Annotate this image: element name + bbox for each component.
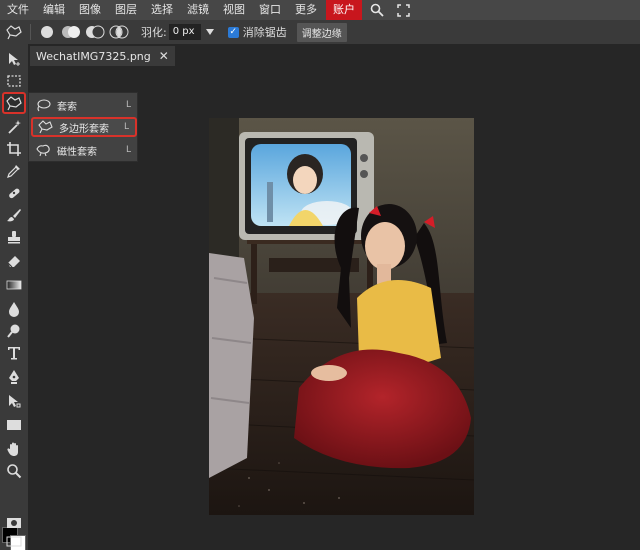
photo-illustration bbox=[209, 118, 474, 515]
stamp-icon[interactable] bbox=[2, 226, 26, 248]
eraser-icon[interactable] bbox=[2, 250, 26, 272]
menu-layer[interactable]: 图层 bbox=[108, 0, 144, 20]
lasso-tool-flyout: 套索 L 多边形套索 L 磁性套索 L bbox=[28, 92, 138, 162]
marquee-icon[interactable] bbox=[2, 70, 26, 92]
menu-more[interactable]: 更多 bbox=[288, 0, 324, 20]
lasso-tool-preset-icon[interactable] bbox=[4, 22, 24, 42]
eyedropper-icon[interactable] bbox=[2, 160, 26, 182]
hand-icon[interactable] bbox=[2, 438, 26, 460]
blur-icon[interactable] bbox=[2, 298, 26, 320]
flyout-shortcut: L bbox=[125, 145, 131, 155]
antialias-label: 消除锯齿 bbox=[242, 26, 287, 39]
photo-editor-app: 文件 编辑 图像 图层 选择 滤镜 视图 窗口 更多 账户 羽化: 0 px ✓… bbox=[0, 0, 640, 550]
menu-file[interactable]: 文件 bbox=[0, 0, 36, 20]
pen-icon[interactable] bbox=[2, 366, 26, 388]
document-tab[interactable]: WechatIMG7325.png ✕ bbox=[30, 46, 175, 66]
flyout-label: 磁性套索 bbox=[57, 146, 97, 158]
flyout-item-lasso[interactable]: 套索 L bbox=[31, 95, 137, 115]
magic-wand-icon[interactable] bbox=[2, 116, 26, 138]
options-bar: 羽化: 0 px ✓ 消除锯齿 调整边缘 bbox=[0, 20, 640, 44]
shape-icon[interactable] bbox=[2, 414, 26, 436]
add-selection-icon[interactable] bbox=[61, 22, 81, 42]
healing-icon[interactable] bbox=[2, 182, 26, 204]
menu-account[interactable]: 账户 bbox=[326, 0, 362, 20]
polygonal-lasso-icon bbox=[36, 120, 54, 134]
menu-filter[interactable]: 滤镜 bbox=[180, 0, 216, 20]
document-image[interactable] bbox=[209, 118, 474, 515]
tool-bar bbox=[0, 44, 28, 550]
path-select-icon[interactable] bbox=[2, 390, 26, 412]
flyout-label: 套索 bbox=[57, 101, 77, 113]
antialias-checkbox[interactable]: ✓ bbox=[227, 26, 239, 38]
feather-label: 羽化: bbox=[141, 26, 167, 39]
feather-input[interactable]: 0 px bbox=[168, 24, 201, 40]
refine-edge-button[interactable]: 调整边缘 bbox=[296, 22, 347, 42]
fullscreen-icon[interactable] bbox=[392, 0, 414, 20]
menu-select[interactable]: 选择 bbox=[144, 0, 180, 20]
search-icon[interactable] bbox=[366, 0, 388, 20]
crop-icon[interactable] bbox=[2, 138, 26, 160]
divider bbox=[30, 24, 31, 40]
flyout-label: 多边形套索 bbox=[59, 123, 109, 135]
gradient-icon[interactable] bbox=[2, 274, 26, 296]
subtract-selection-icon[interactable] bbox=[85, 22, 105, 42]
menu-edit[interactable]: 编辑 bbox=[36, 0, 72, 20]
menu-window[interactable]: 窗口 bbox=[252, 0, 288, 20]
new-selection-icon[interactable] bbox=[37, 22, 57, 42]
text-icon[interactable] bbox=[2, 342, 26, 364]
flyout-shortcut: L bbox=[125, 100, 131, 110]
lasso-icon bbox=[34, 98, 52, 112]
zoom-icon[interactable] bbox=[2, 460, 26, 482]
intersect-selection-icon[interactable] bbox=[109, 22, 129, 42]
flyout-item-magnetic-lasso[interactable]: 磁性套索 L bbox=[31, 140, 137, 160]
menu-bar: 文件 编辑 图像 图层 选择 滤镜 视图 窗口 更多 账户 bbox=[0, 0, 640, 20]
chevron-down-icon[interactable] bbox=[205, 29, 214, 35]
tab-filename: WechatIMG7325.png bbox=[36, 49, 151, 63]
dodge-icon[interactable] bbox=[2, 320, 26, 342]
move-icon[interactable] bbox=[2, 48, 26, 70]
brush-icon[interactable] bbox=[2, 204, 26, 226]
flyout-shortcut: L bbox=[123, 122, 129, 132]
menu-image[interactable]: 图像 bbox=[72, 0, 108, 20]
flyout-item-polygonal-lasso[interactable]: 多边形套索 L bbox=[31, 117, 137, 137]
lasso-icon[interactable] bbox=[2, 92, 26, 114]
screen-mode-icon[interactable] bbox=[2, 530, 26, 550]
menu-view[interactable]: 视图 bbox=[216, 0, 252, 20]
magnetic-lasso-icon bbox=[34, 143, 52, 157]
close-icon[interactable]: ✕ bbox=[159, 49, 169, 63]
